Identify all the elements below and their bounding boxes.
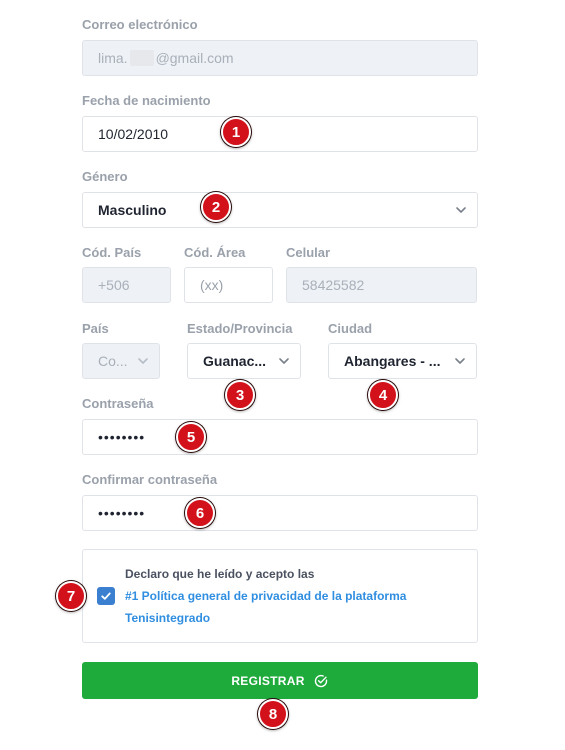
chevron-down-icon: [278, 355, 290, 367]
gender-select[interactable]: Masculino: [82, 192, 478, 228]
country-select[interactable]: Co...: [82, 343, 160, 379]
chevron-down-icon: [454, 355, 466, 367]
annotation-marker-8: 8: [258, 699, 288, 729]
annotation-marker-7: 7: [56, 581, 86, 611]
gender-value: Masculino: [98, 202, 167, 218]
email-label: Correo electrónico: [82, 17, 198, 32]
email-field[interactable]: lima. @gmail.com: [82, 40, 478, 76]
chevron-down-icon: [137, 355, 149, 367]
birthdate-field[interactable]: 10/02/2010: [82, 116, 478, 152]
area-code-label: Cód. Área: [184, 245, 246, 260]
email-value-end: @gmail.com: [155, 50, 234, 66]
annotation-marker-1: 1: [221, 117, 251, 147]
privacy-policy-link-cont[interactable]: Tenisintegrado: [125, 611, 210, 625]
confirm-password-input[interactable]: ••••••••: [82, 495, 478, 531]
annotation-marker-2: 2: [201, 192, 231, 222]
state-label: Estado/Provincia: [187, 321, 293, 336]
check-circle-icon: [314, 674, 327, 687]
birthdate-label: Fecha de nacimiento: [82, 93, 211, 108]
password-label: Contraseña: [82, 396, 154, 411]
area-code-input[interactable]: (xx): [184, 267, 273, 303]
terms-checkbox[interactable]: [97, 587, 115, 605]
country-code-label: Cód. País: [82, 245, 142, 260]
annotation-marker-3: 3: [225, 380, 255, 410]
register-label: REGISTRAR: [231, 673, 305, 688]
area-code-placeholder: (xx): [200, 277, 224, 293]
annotation-marker-5: 5: [176, 422, 206, 452]
country-code-value: +506: [98, 277, 130, 293]
redacted-blur: [129, 50, 154, 66]
country-code-field[interactable]: +506: [82, 267, 171, 303]
state-select[interactable]: Guanac...: [187, 343, 301, 379]
mobile-label: Celular: [286, 245, 331, 260]
checkmark-icon: [101, 592, 111, 600]
mobile-field[interactable]: 58425582: [286, 267, 477, 303]
state-value: Guanac...: [203, 353, 267, 369]
city-value: Abangares - ...: [344, 353, 441, 369]
gender-label: Género: [82, 169, 128, 184]
country-label: País: [82, 321, 109, 336]
confirm-password-label: Confirmar contraseña: [82, 472, 218, 487]
terms-box: Declaro que he leído y acepto las #1 Pol…: [82, 549, 478, 643]
email-value-start: lima.: [98, 50, 128, 66]
password-value: ••••••••: [98, 429, 146, 445]
register-button[interactable]: REGISTRAR: [82, 662, 478, 699]
city-label: Ciudad: [328, 321, 373, 336]
birthdate-value: 10/02/2010: [98, 126, 169, 142]
privacy-policy-link[interactable]: #1 Política general de privacidad de la …: [125, 589, 406, 603]
annotation-marker-6: 6: [185, 498, 215, 528]
password-input[interactable]: ••••••••: [82, 419, 478, 455]
city-select[interactable]: Abangares - ...: [328, 343, 477, 379]
annotation-marker-4: 4: [368, 380, 398, 410]
mobile-value: 58425582: [302, 277, 365, 293]
country-value: Co...: [98, 353, 128, 369]
terms-text: Declaro que he leído y acepto las: [125, 567, 315, 581]
chevron-down-icon: [455, 204, 467, 216]
confirm-password-value: ••••••••: [98, 505, 146, 521]
